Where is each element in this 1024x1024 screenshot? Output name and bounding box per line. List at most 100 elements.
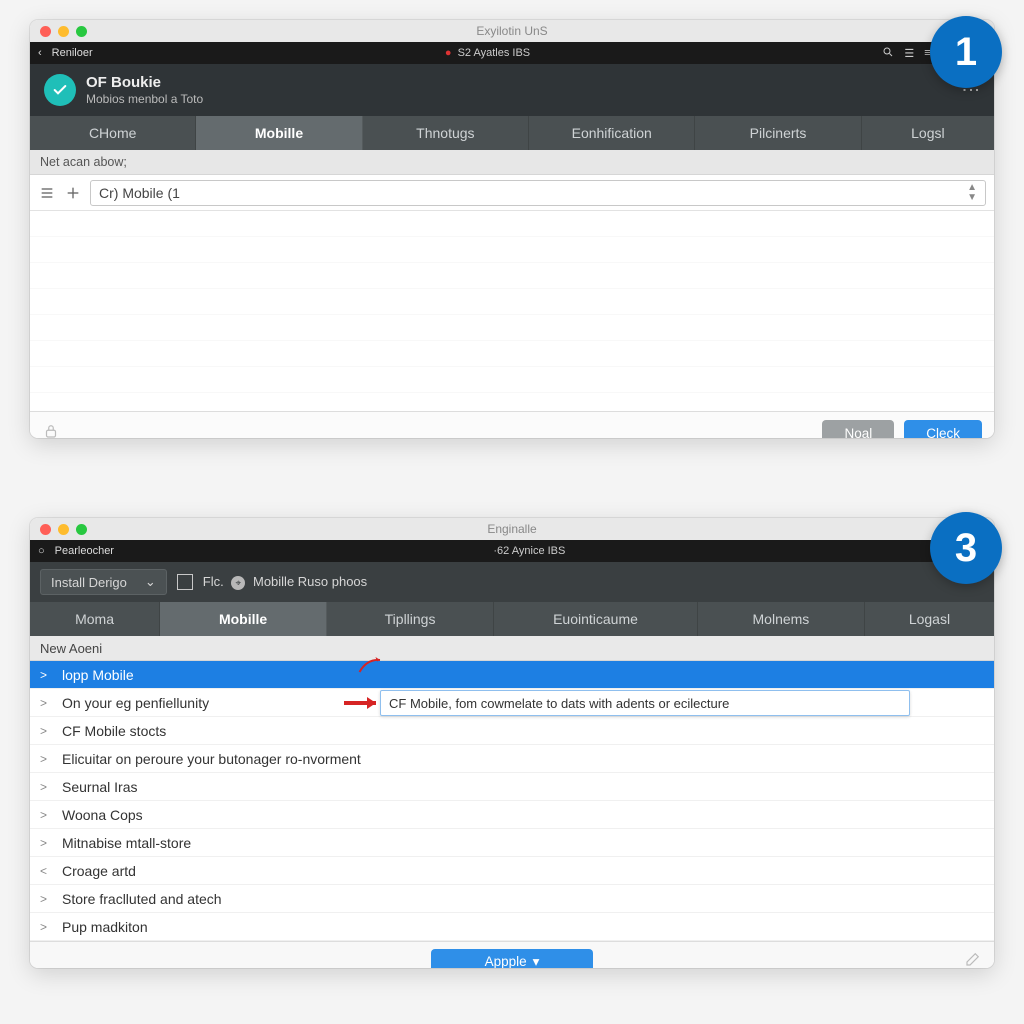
tabs: Moma Mobille Tipllings Euointicaume Moln… <box>30 602 994 636</box>
zoom-dot-icon[interactable] <box>76 26 87 37</box>
add-icon[interactable] <box>64 184 82 202</box>
header-title: OF Boukie <box>86 74 203 91</box>
step-badge-3: 3 <box>930 512 1002 584</box>
chevron-right-icon: > <box>40 892 54 906</box>
description-field[interactable]: CF Mobile, fom cowmelate to dats with ad… <box>380 690 910 716</box>
chevron-right-icon: > <box>40 808 54 822</box>
chevron-right-icon: > <box>40 724 54 738</box>
tab-home[interactable]: CHome <box>30 116 196 150</box>
tab-mobile[interactable]: Mobille <box>160 602 327 636</box>
titlebar: Exyilotin UnS <box>30 20 994 42</box>
chevron-right-icon: > <box>40 752 54 766</box>
menubar-center-label: ·62 Aynice IBS <box>493 545 565 557</box>
app-avatar-icon <box>44 74 76 106</box>
list-item[interactable]: > lopp Mobile <box>30 661 994 689</box>
tab-logs[interactable]: Logsl <box>862 116 994 150</box>
window-title: Exyilotin UnS <box>30 24 994 38</box>
list-item[interactable]: > Store fraclluted and atech <box>30 885 994 913</box>
annotation-arrow-icon <box>342 693 386 713</box>
tab-logs[interactable]: Logasl <box>865 602 994 636</box>
app-header: OF Boukie Mobios menbol a Toto ⋮ <box>30 64 994 116</box>
apply-label: Appple <box>485 954 527 968</box>
list-item[interactable]: > CF Mobile stocts <box>30 717 994 745</box>
menubar-caret-icon: ‹ <box>38 47 42 59</box>
list-item-label: lopp Mobile <box>62 667 134 683</box>
list-item-label: CF Mobile stocts <box>62 723 166 739</box>
tab-notification[interactable]: Eonhification <box>529 116 695 150</box>
minimize-dot-icon[interactable] <box>58 26 69 37</box>
list-icon[interactable] <box>38 184 56 202</box>
profile-combo[interactable]: Cr) Mobile (1 ▲▼ <box>90 180 986 206</box>
combo-caret-icon: ▲▼ <box>967 183 977 203</box>
tab-home[interactable]: Moma <box>30 602 160 636</box>
primary-button[interactable]: Cleck <box>904 420 982 439</box>
traffic-lights <box>30 26 87 37</box>
window-title: Enginalle <box>30 522 994 536</box>
install-dropdown[interactable]: Install Derigo ⌄ <box>40 569 167 595</box>
location-marker-icon: ⌖ <box>231 576 245 590</box>
menubar-caret-icon: ○ <box>38 545 45 557</box>
minimize-dot-icon[interactable] <box>58 524 69 535</box>
search-icon[interactable] <box>882 46 894 61</box>
list-item-label: Elicuitar on peroure your butonager ro-n… <box>62 751 361 767</box>
chevron-right-icon: > <box>40 920 54 934</box>
list-item-label: Pup madkiton <box>62 919 148 935</box>
tab-monitors[interactable]: Molnems <box>698 602 865 636</box>
record-dot-icon: ● <box>445 47 452 59</box>
combo-value: Cr) Mobile (1 <box>99 185 180 201</box>
annotation-arrow-icon <box>352 656 392 676</box>
list-item-label: Mitnabise mtall-store <box>62 835 191 851</box>
tab-plugins[interactable]: Pilcinerts <box>695 116 861 150</box>
crumb-1: Flc. <box>203 574 224 589</box>
chevron-down-icon: ▾ <box>533 954 540 969</box>
menubar: ○ Pearleocher ·62 Aynice IBS ▭ ⁝ K <box>30 540 994 562</box>
dropdown-label: Install Derigo <box>51 575 127 590</box>
step-badge-1: 1 <box>930 16 1002 88</box>
chevron-right-icon: > <box>40 668 54 682</box>
window-step-1: Exyilotin UnS ‹ Reniloer ● S2 Ayatles IB… <box>30 20 994 438</box>
traffic-lights <box>30 524 87 535</box>
tab-mobile[interactable]: Mobille <box>196 116 362 150</box>
stop-icon[interactable] <box>177 574 193 590</box>
menubar-app-name: Pearleocher <box>55 545 114 557</box>
edit-icon[interactable] <box>964 950 982 968</box>
list-item-label: On your eg penfiellunity <box>62 695 209 711</box>
bottom-bar: Noal Cleck <box>30 411 994 438</box>
tabs: CHome Mobille Thnotugs Eonhification Pil… <box>30 116 994 150</box>
tab-settings[interactable]: Thnotugs <box>363 116 529 150</box>
bottom-bar: Appple ▾ <box>30 941 994 968</box>
close-dot-icon[interactable] <box>40 524 51 535</box>
sliders-icon[interactable]: ☰ <box>904 47 914 60</box>
list-item-label: Croage artd <box>62 863 136 879</box>
list-item[interactable]: > Pup madkiton <box>30 913 994 941</box>
chevron-right-icon: > <box>40 696 54 710</box>
list-header: New Aoeni <box>30 636 994 661</box>
chevron-right-icon: > <box>40 836 54 850</box>
secondary-toolbar: Install Derigo ⌄ Flc. ⌖ Mobille Ruso pho… <box>30 562 994 602</box>
list-item[interactable]: > Elicuitar on peroure your butonager ro-… <box>30 745 994 773</box>
menubar: ‹ Reniloer ● S2 Ayatles IBS ☰ ≡ Ssation <box>30 42 994 64</box>
list-item[interactable]: > Mitnabise mtall-store <box>30 829 994 857</box>
list-item[interactable]: >Seurnal Iras <box>30 773 994 801</box>
list-item[interactable]: < Croage artd <box>30 857 994 885</box>
menubar-center-label: S2 Ayatles IBS <box>458 47 531 59</box>
list-item-label: Woona Cops <box>62 807 143 823</box>
toolbar-row: Cr) Mobile (1 ▲▼ <box>30 175 994 211</box>
tab-authentication[interactable]: Euointicaume <box>494 602 698 636</box>
menubar-app-name: Reniloer <box>52 47 93 59</box>
tab-plugins[interactable]: Tipllings <box>327 602 494 636</box>
chevron-left-icon: < <box>40 864 54 878</box>
list-item-label: Seurnal Iras <box>62 779 137 795</box>
breadcrumb: Flc. ⌖ Mobille Ruso phoos <box>203 574 367 591</box>
zoom-dot-icon[interactable] <box>76 524 87 535</box>
list-item-label: Store fraclluted and atech <box>62 891 222 907</box>
titlebar: Enginalle <box>30 518 994 540</box>
sub-label: Net acan abow; <box>30 150 994 175</box>
lock-icon[interactable] <box>42 422 60 438</box>
close-dot-icon[interactable] <box>40 26 51 37</box>
apply-button[interactable]: Appple ▾ <box>431 949 594 969</box>
list-item[interactable]: > Woona Cops <box>30 801 994 829</box>
header-subtitle: Mobios menbol a Toto <box>86 92 203 106</box>
neutral-button[interactable]: Noal <box>822 420 894 439</box>
chevron-down-icon: ⌄ <box>145 574 156 590</box>
